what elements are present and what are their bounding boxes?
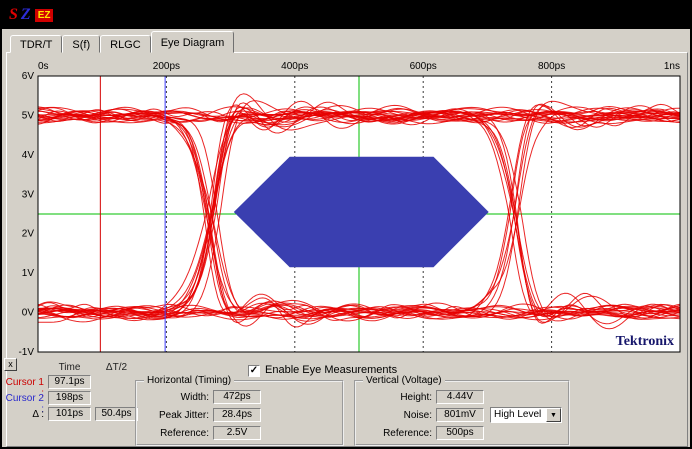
noise-level-select[interactable]: High Level ▼ bbox=[490, 407, 562, 423]
eye-diagram-plot[interactable]: Tektronix 0s 200ps 400ps 600ps 800ps 1ns 6V 5V 4V… bbox=[10, 54, 686, 360]
svg-text:1V: 1V bbox=[22, 268, 35, 279]
peak-jitter-value: 28.4ps bbox=[213, 408, 261, 422]
time-column-header: Time bbox=[48, 362, 91, 373]
vertical-voltage-title: Vertical (Voltage) bbox=[363, 375, 445, 386]
tab-sf[interactable]: S(f) bbox=[62, 35, 100, 53]
cursor2-time-value: 198ps bbox=[48, 391, 91, 405]
svg-text:2V: 2V bbox=[22, 229, 35, 240]
app-logo: S Z EZ bbox=[9, 6, 53, 24]
vertical-reference-value: 500ps bbox=[436, 426, 484, 440]
width-label: Width: bbox=[141, 392, 213, 403]
tab-tdrt[interactable]: TDR/T bbox=[10, 35, 62, 53]
delta-dt2-value: 50.4ps bbox=[95, 407, 138, 421]
svg-text:400ps: 400ps bbox=[281, 61, 308, 72]
height-value: 4.44V bbox=[436, 390, 484, 404]
cursor1-time-value: 97.1ps bbox=[48, 375, 91, 389]
enable-eye-checkbox[interactable]: ✓ bbox=[248, 365, 260, 377]
title-strip: S Z EZ bbox=[2, 2, 690, 29]
horizontal-reference-value: 2.5V bbox=[213, 426, 261, 440]
logo-z: Z bbox=[21, 6, 31, 24]
logo-ez-badge: EZ bbox=[35, 9, 54, 22]
svg-text:5V: 5V bbox=[22, 110, 35, 121]
dt2-column-header: ΔT/2 bbox=[95, 362, 138, 373]
peak-jitter-label: Peak Jitter: bbox=[141, 410, 213, 421]
noise-level-selected-value: High Level bbox=[491, 408, 546, 422]
svg-text:4V: 4V bbox=[22, 150, 35, 161]
width-value: 472ps bbox=[213, 390, 261, 404]
svg-text:200ps: 200ps bbox=[153, 61, 180, 72]
svg-text:6V: 6V bbox=[22, 71, 35, 82]
close-measure-panel-button[interactable]: x bbox=[4, 358, 17, 371]
logo-s: S bbox=[9, 6, 18, 24]
svg-text:800ps: 800ps bbox=[538, 61, 565, 72]
svg-text:1ns: 1ns bbox=[664, 61, 680, 72]
horizontal-timing-group: Horizontal (Timing) Width: 472ps Peak Ji… bbox=[135, 380, 344, 446]
app-window: S Z EZ TDR/T S(f) RLGC Eye Diagram Tektr… bbox=[0, 0, 692, 449]
vertical-voltage-group: Vertical (Voltage) Height: 4.44V Noise: … bbox=[354, 380, 570, 446]
svg-text:600ps: 600ps bbox=[410, 61, 437, 72]
chevron-down-icon[interactable]: ▼ bbox=[546, 408, 561, 422]
svg-text:Tektronix: Tektronix bbox=[616, 334, 674, 349]
horizontal-timing-title: Horizontal (Timing) bbox=[144, 375, 234, 386]
svg-text:0V: 0V bbox=[22, 308, 35, 319]
height-label: Height: bbox=[360, 392, 436, 403]
svg-text:3V: 3V bbox=[22, 189, 35, 200]
delta-label: Δ : bbox=[2, 409, 46, 420]
vertical-reference-label: Reference: bbox=[360, 428, 436, 439]
delta-time-value: 101ps bbox=[48, 407, 91, 421]
svg-text:-1V: -1V bbox=[18, 347, 34, 358]
horizontal-reference-label: Reference: bbox=[141, 428, 213, 439]
tab-rlgc[interactable]: RLGC bbox=[100, 35, 151, 53]
noise-label: Noise: bbox=[360, 410, 436, 421]
tab-bar: TDR/T S(f) RLGC Eye Diagram bbox=[10, 31, 234, 53]
svg-text:0s: 0s bbox=[38, 61, 49, 72]
tab-eye-diagram[interactable]: Eye Diagram bbox=[151, 31, 235, 53]
noise-value: 801mV bbox=[436, 408, 484, 422]
